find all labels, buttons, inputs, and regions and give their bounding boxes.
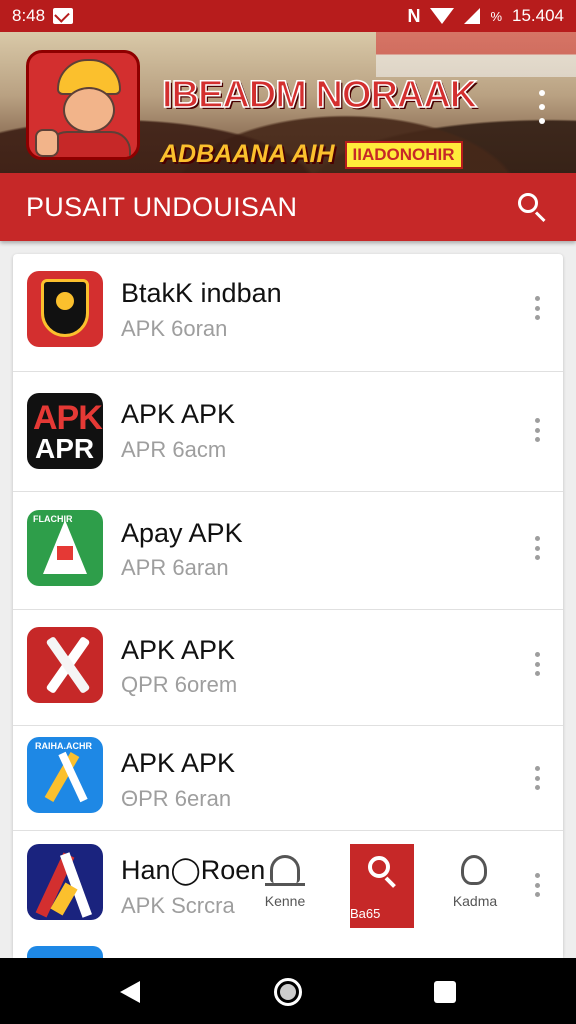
blue-a-app-icon: RAIHA.ACHR (27, 737, 103, 813)
mini-nav-search-button[interactable]: Ba65 (350, 844, 414, 928)
app-subtitle: QPR 6orem (121, 672, 238, 697)
app-subtitle: APK Scrcra (121, 893, 235, 918)
list-item[interactable]: FLACHIR Apay APK APR 6aran (13, 492, 563, 610)
banner-subtitle-row: ADBAANA AIH IIADONOHIR (160, 140, 463, 169)
apk-text-app-icon: APK APR (27, 393, 103, 469)
body-shape (47, 131, 131, 157)
app-subtitle: APR 6acm (121, 437, 227, 462)
app-name: Han◯Roen (121, 855, 266, 885)
search-icon[interactable] (514, 189, 550, 225)
mascot-logo-icon (26, 50, 140, 160)
list-item[interactable]: BtakK indban APK 6oran (13, 254, 563, 372)
icon-text-bottom: APR (35, 433, 95, 464)
status-time: 8:48 (12, 6, 46, 25)
banner-title: IBEADM NORAAK (161, 73, 478, 117)
app-name: Apay APK (121, 518, 243, 548)
app-subtitle: APK 6oran (121, 316, 228, 341)
mini-nav-label: Ba65 (350, 906, 381, 921)
status-left: 8:48 (12, 6, 74, 26)
overflow-menu-icon[interactable] (532, 90, 552, 124)
app-list: BtakK indban APK 6oran APK APR APK APK A… (13, 254, 563, 958)
app-name: APK APK (121, 635, 236, 665)
pen-icon (461, 855, 487, 885)
search-lens (518, 193, 538, 213)
green-a-app-icon: FLACHIR (27, 510, 103, 586)
icon-text-top: RAIHA.ACHR (35, 741, 92, 751)
cell-signal-icon (464, 8, 481, 24)
status-right: N % 15.404 (407, 6, 564, 27)
home-icon[interactable] (274, 978, 302, 1006)
menu-dot (539, 104, 545, 110)
shield-shape (41, 279, 89, 337)
navy-a-app-icon (27, 844, 103, 920)
list-item[interactable]: RAIHA.ACHR APK APK ΘPR 6eran (13, 726, 563, 831)
thumb-up-shape (35, 129, 59, 157)
search-handle (534, 211, 546, 223)
app-bar: PUSAIT UNDOUISAN (0, 173, 576, 241)
app-name: BtakK indban (121, 278, 282, 308)
list-item[interactable]: APK APR APK APK APR 6acm (13, 372, 563, 492)
mail-icon (53, 8, 74, 24)
list-item[interactable]: Han◯Roen APK Scrcra Kenne Ba65 Kadma (13, 831, 563, 939)
page-title: PUSAIT UNDOUISAN (26, 191, 298, 222)
more-options-icon[interactable] (532, 652, 542, 676)
banner-subtitle-b: IIADONOHIR (344, 140, 463, 169)
more-options-icon[interactable] (532, 873, 542, 897)
promo-banner[interactable]: IBEADM NORAAK ADBAANA AIH IIADONOHIR (0, 32, 576, 173)
more-options-icon[interactable] (532, 418, 542, 442)
app-name: APK APK (121, 399, 236, 429)
battery-percent-icon: % (490, 8, 502, 24)
banner-subtitle-a: ADBAANA AIH (160, 140, 335, 168)
status-clock-right: 15.404 (512, 6, 564, 25)
more-options-icon[interactable] (532, 766, 542, 790)
red-x-app-icon (27, 627, 103, 703)
mini-nav-label: Kadma (452, 893, 498, 909)
face-shape (63, 87, 115, 133)
mini-nav-item-kadma[interactable]: Kadma (445, 849, 505, 909)
search-handle (384, 876, 396, 888)
menu-dot (539, 118, 545, 124)
list-item[interactable]: APK APK QPR 6orem (13, 610, 563, 726)
letter-a-shape (43, 520, 87, 574)
more-options-icon[interactable] (532, 536, 542, 560)
app-subtitle: APR 6aran (121, 555, 229, 580)
mini-nav-item-kenne[interactable]: Kenne (257, 849, 313, 909)
recents-icon[interactable] (434, 981, 456, 1003)
app-subtitle: ΘPR 6eran (121, 786, 232, 811)
app-name: APK APK (121, 748, 236, 778)
search-lens (368, 856, 390, 878)
shield-app-icon (27, 271, 103, 347)
back-icon[interactable] (120, 981, 140, 1003)
mini-nav-label: Kenne (264, 893, 306, 909)
banner-flag-decoration (376, 32, 576, 77)
wifi-icon (430, 8, 455, 24)
bell-icon (265, 855, 305, 886)
network-glyph: N (407, 5, 421, 26)
more-options-icon[interactable] (532, 296, 542, 320)
menu-dot (539, 90, 545, 96)
status-bar: 8:48 N % 15.404 (0, 0, 576, 32)
